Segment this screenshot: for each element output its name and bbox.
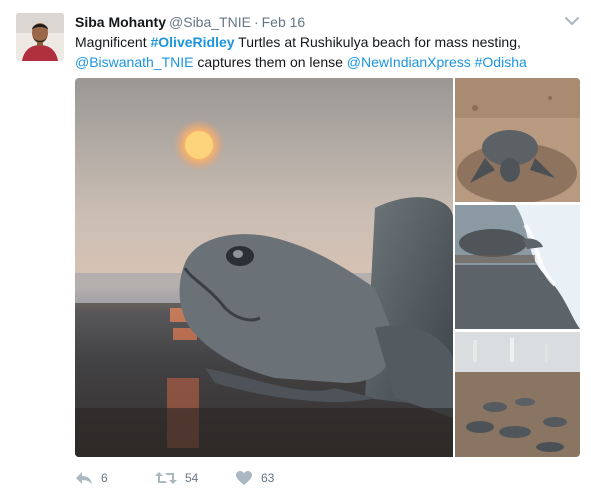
retweet-icon <box>155 470 177 486</box>
text-segment: Magnificent <box>75 34 151 50</box>
text-segment: Turtles at Rushikulya beach for mass nes… <box>234 34 521 50</box>
author-name[interactable]: Siba Mohanty <box>75 14 166 30</box>
photo-turtle-nesting[interactable] <box>455 78 580 202</box>
reply-icon <box>75 470 93 486</box>
heart-icon <box>235 470 253 486</box>
like-count: 63 <box>261 471 275 485</box>
mention-newindianxpress[interactable]: @NewIndianXpress <box>347 54 471 70</box>
photo-turtles-beach-crowd[interactable] <box>455 332 580 457</box>
retweet-button[interactable]: 54 <box>155 468 198 488</box>
separator: · <box>253 14 259 30</box>
tweet: Siba Mohanty @Siba_TNIE · Feb 16 Magnificen… <box>0 0 591 496</box>
reply-button[interactable]: 6 <box>75 468 108 488</box>
tweet-text: Magnificent #OliveRidley Turtles at Rush… <box>75 32 575 72</box>
photo-turtle-sunset[interactable] <box>75 78 453 457</box>
chevron-down-icon[interactable] <box>563 12 581 30</box>
avatar[interactable] <box>16 13 64 61</box>
mention-biswanath[interactable]: @Biswanath_TNIE <box>75 54 193 70</box>
tweet-header: Siba Mohanty @Siba_TNIE · Feb 16 <box>75 13 305 31</box>
media-grid <box>75 78 580 457</box>
text-segment: captures them on lense <box>193 54 347 70</box>
reply-count: 6 <box>101 471 108 485</box>
retweet-count: 54 <box>185 471 199 485</box>
hashtag-odisha[interactable]: #Odisha <box>475 54 527 70</box>
author-handle[interactable]: @Siba_TNIE <box>169 14 251 30</box>
like-button[interactable]: 63 <box>235 468 274 488</box>
hashtag-oliveridley[interactable]: #OliveRidley <box>150 34 234 50</box>
photo-turtle-surf[interactable] <box>455 205 580 329</box>
tweet-date[interactable]: Feb 16 <box>262 14 306 30</box>
